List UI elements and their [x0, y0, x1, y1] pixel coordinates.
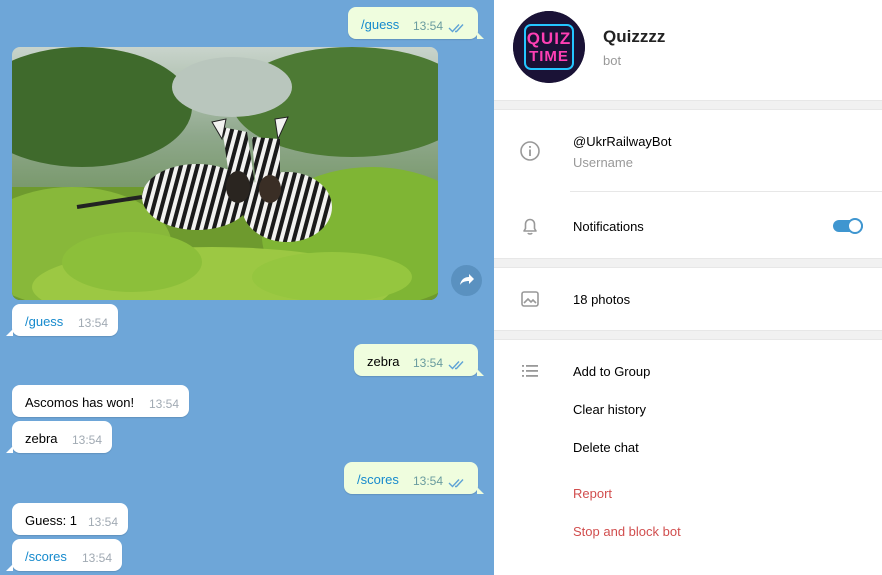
command-link[interactable]: /scores [357, 472, 399, 487]
double-check-icon [448, 479, 464, 488]
command-link[interactable]: /guess [361, 17, 399, 32]
report-button[interactable]: Report [573, 486, 612, 501]
double-check-icon [448, 361, 464, 370]
message-text: zebra [367, 354, 400, 369]
message-outgoing[interactable]: zebra 13:54 [354, 344, 484, 376]
section-divider [494, 258, 882, 268]
message-text: Guess: 1 [25, 513, 78, 528]
message-incoming[interactable]: /guess 13:54 [6, 304, 118, 336]
double-check-icon [448, 24, 464, 33]
photos-link[interactable]: 18 photos [573, 292, 630, 307]
profile-name: Quizzzz [603, 27, 666, 46]
command-link[interactable]: /scores [25, 549, 67, 564]
message-incoming[interactable]: /scores 13:54 [6, 539, 122, 571]
message-text: Ascomos has won! [25, 395, 135, 410]
info-icon [520, 141, 540, 161]
message-outgoing[interactable]: /scores 13:54 [344, 462, 484, 494]
bell-icon [523, 218, 537, 235]
username-label: Username [573, 155, 633, 170]
message-time: 13:54 [412, 356, 443, 370]
section-divider [494, 330, 882, 340]
zebra-photo[interactable] [12, 47, 438, 300]
message-time: 13:54 [412, 19, 443, 33]
photo-icon [521, 291, 539, 307]
section-divider [494, 100, 882, 110]
message-incoming[interactable]: zebra 13:54 [6, 421, 112, 453]
message-time: 13:54 [412, 474, 443, 488]
message-time: 13:54 [148, 397, 179, 411]
forward-button[interactable] [451, 265, 482, 296]
message-incoming[interactable]: Ascomos has won! 13:54 [12, 385, 189, 417]
stop-and-block-bot-button[interactable]: Stop and block bot [573, 524, 681, 539]
notifications-toggle[interactable] [833, 218, 863, 234]
command-link[interactable]: /guess [25, 314, 63, 329]
message-time: 13:54 [87, 515, 118, 529]
message-text: zebra [25, 431, 58, 446]
chat-area: /guess 13:54 /guess 13:54 zebra 13:54 As… [0, 0, 494, 575]
message-outgoing[interactable]: /guess 13:54 [348, 7, 484, 39]
forward-icon [460, 274, 474, 285]
delete-chat-button[interactable]: Delete chat [573, 440, 639, 455]
avatar[interactable]: QUIZ TIME [513, 11, 585, 83]
profile-status: bot [603, 53, 622, 68]
username-value[interactable]: @UkrRailwayBot [573, 134, 671, 149]
notifications-label: Notifications [573, 219, 644, 234]
list-icon [522, 365, 538, 377]
message-time: 13:54 [77, 316, 108, 330]
avatar-text-time: TIME [529, 48, 569, 65]
profile-panel: QUIZ TIME Quizzzz bot @UkrRailwayBot Use… [494, 0, 882, 575]
message-time: 13:54 [81, 551, 112, 565]
message-incoming[interactable]: Guess: 1 13:54 [12, 503, 128, 535]
avatar-text-quiz: QUIZ [526, 29, 572, 48]
message-time: 13:54 [71, 433, 102, 447]
clear-history-button[interactable]: Clear history [573, 402, 646, 417]
row-divider [570, 191, 882, 192]
add-to-group-button[interactable]: Add to Group [573, 364, 650, 379]
